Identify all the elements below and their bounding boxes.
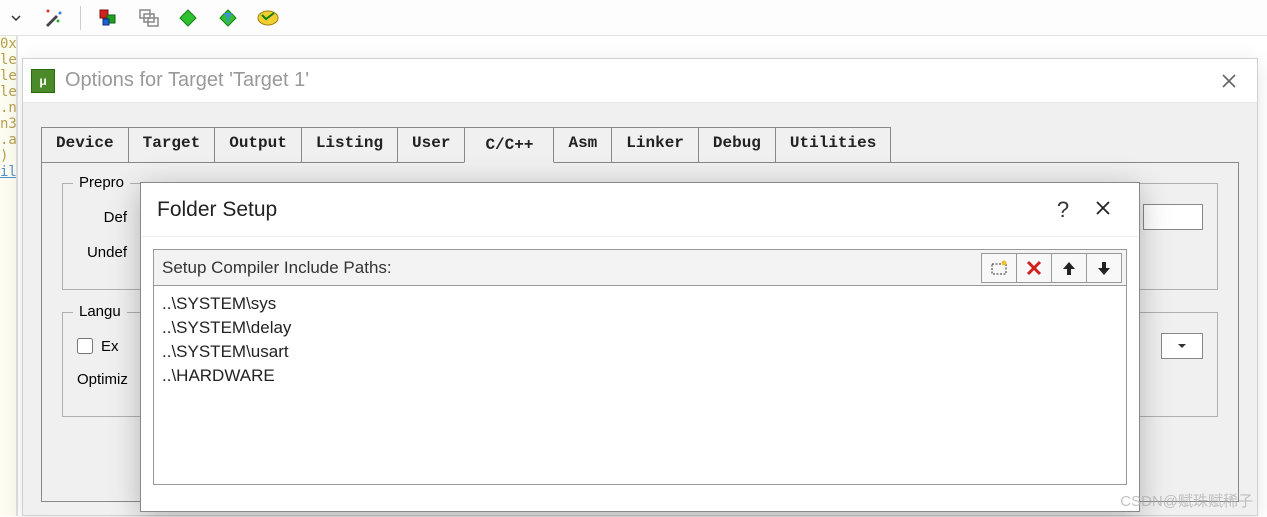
tab-linker[interactable]: Linker bbox=[611, 127, 699, 162]
folder-setup-dialog: Folder Setup ? Setup Compiler Include Pa… bbox=[140, 182, 1140, 512]
options-title: Options for Target 'Target 1' bbox=[65, 69, 1209, 92]
optimize-label: Optimiz bbox=[77, 371, 128, 388]
path-item[interactable]: ..\SYSTEM\delay bbox=[162, 316, 1118, 340]
folder-close-button[interactable] bbox=[1083, 197, 1123, 223]
folder-title: Folder Setup bbox=[157, 198, 1043, 222]
path-item[interactable]: ..\HARDWARE bbox=[162, 364, 1118, 388]
arrow-down-icon bbox=[1096, 259, 1112, 277]
boxes-icon[interactable] bbox=[95, 5, 121, 31]
options-titlebar: μ Options for Target 'Target 1' bbox=[23, 59, 1257, 103]
close-icon bbox=[1094, 199, 1112, 217]
tab-asm[interactable]: Asm bbox=[553, 127, 612, 162]
path-header: Setup Compiler Include Paths: bbox=[153, 249, 1127, 285]
path-moveup-button[interactable] bbox=[1051, 253, 1087, 283]
tab-device[interactable]: Device bbox=[41, 127, 129, 162]
close-icon bbox=[1221, 73, 1237, 89]
diamond-green-icon[interactable] bbox=[175, 5, 201, 31]
define-input[interactable] bbox=[1143, 204, 1203, 230]
chevron-down-icon bbox=[1177, 342, 1187, 350]
arrow-up-icon bbox=[1061, 259, 1077, 277]
tab-utilities[interactable]: Utilities bbox=[775, 127, 891, 162]
tab-ccpp[interactable]: C/C++ bbox=[464, 127, 554, 163]
folder-help-button[interactable]: ? bbox=[1043, 197, 1083, 223]
ellipse-icon[interactable] bbox=[255, 5, 281, 31]
tab-user[interactable]: User bbox=[397, 127, 465, 162]
options-close-button[interactable] bbox=[1209, 66, 1249, 96]
diamond-funnel-icon[interactable] bbox=[215, 5, 241, 31]
tab-output[interactable]: Output bbox=[214, 127, 302, 162]
path-header-label: Setup Compiler Include Paths: bbox=[158, 258, 982, 278]
path-delete-button[interactable] bbox=[1016, 253, 1052, 283]
editor-gutter: 0xlelele.nn3.a)il bbox=[0, 36, 18, 516]
delete-icon bbox=[1025, 259, 1043, 277]
language-label: Langu bbox=[73, 303, 127, 320]
folder-titlebar: Folder Setup ? bbox=[141, 183, 1139, 237]
tab-debug[interactable]: Debug bbox=[698, 127, 776, 162]
wizard-icon[interactable] bbox=[40, 5, 66, 31]
ex-checkbox-label: Ex bbox=[101, 338, 119, 355]
define-label: Def bbox=[77, 209, 127, 226]
lang-dropdown[interactable] bbox=[1161, 333, 1203, 359]
preprocessor-label: Prepro bbox=[73, 174, 130, 191]
tab-listing[interactable]: Listing bbox=[301, 127, 398, 162]
uvision-icon: μ bbox=[31, 69, 55, 93]
ex-checkbox[interactable] bbox=[77, 338, 93, 354]
watermark: CSDN@赋珠赋稀子 bbox=[1120, 490, 1253, 511]
undefine-label: Undef bbox=[77, 244, 127, 261]
include-paths-list[interactable]: ..\SYSTEM\sys ..\SYSTEM\delay ..\SYSTEM\… bbox=[153, 285, 1127, 485]
chevron-down-icon bbox=[10, 12, 22, 24]
tab-target[interactable]: Target bbox=[128, 127, 216, 162]
path-item[interactable]: ..\SYSTEM\sys bbox=[162, 292, 1118, 316]
new-item-icon bbox=[989, 259, 1009, 277]
options-tabs: Device Target Output Listing User C/C++ … bbox=[41, 127, 1239, 162]
main-toolbar bbox=[0, 0, 1267, 36]
path-movedown-button[interactable] bbox=[1086, 253, 1122, 283]
cascade-icon[interactable] bbox=[135, 5, 161, 31]
toolbar-dropdown[interactable] bbox=[6, 6, 26, 30]
path-item[interactable]: ..\SYSTEM\usart bbox=[162, 340, 1118, 364]
path-new-button[interactable] bbox=[981, 253, 1017, 283]
